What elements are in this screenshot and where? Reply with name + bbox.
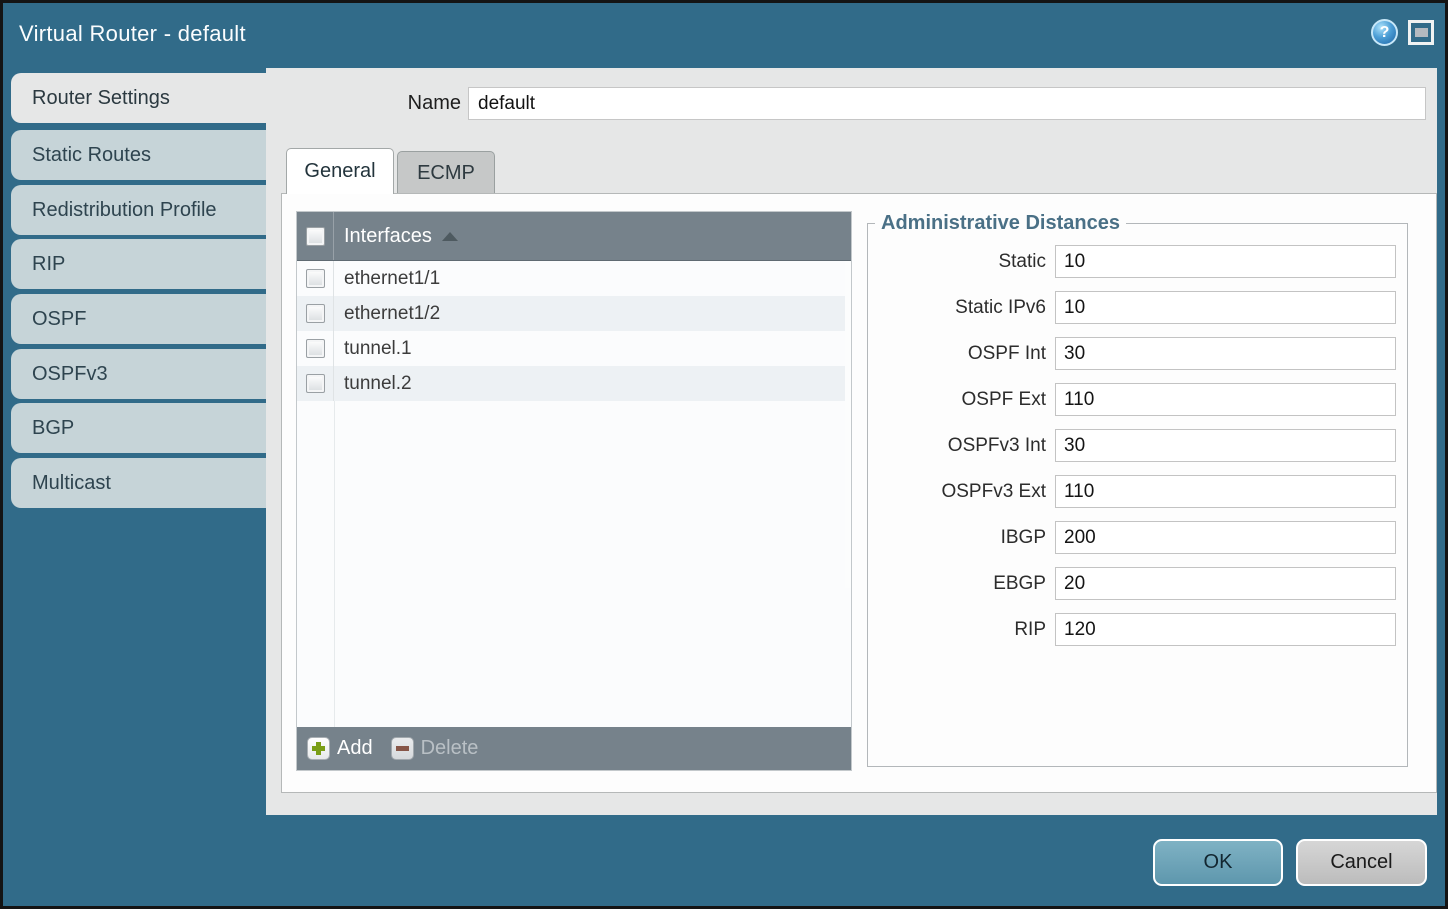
add-button[interactable]: Add [307,737,373,760]
admin-field-ebgp: EBGP [868,567,1407,600]
ebgp-label: EBGP [868,573,1046,595]
ok-button[interactable]: OK [1153,839,1283,886]
general-tab-panel: Interfaces ethernet1/1 ethernet1/2 tunne… [281,193,1437,793]
cancel-button[interactable]: Cancel [1296,839,1427,886]
interface-row[interactable]: ethernet1/2 [297,296,851,331]
row-checkbox-cell [297,331,334,366]
name-field[interactable] [468,87,1426,120]
static-label: Static [868,251,1046,273]
rip-input[interactable] [1055,613,1396,646]
dialog-title: Virtual Router - default [19,21,246,47]
interfaces-table-header: Interfaces [297,212,851,261]
sidebar-item-bgp[interactable]: BGP [11,403,266,453]
sidebar-item-router-settings[interactable]: Router Settings [11,73,270,123]
ospf-int-label: OSPF Int [868,343,1046,365]
ospf-ext-input[interactable] [1055,383,1396,416]
sidebar-item-label: OSPFv3 [32,363,108,386]
interface-row[interactable]: tunnel.2 [297,366,851,401]
admin-field-rip: RIP [868,613,1407,646]
admin-field-ospfv3-int: OSPFv3 Int [868,429,1407,462]
ospfv3-int-label: OSPFv3 Int [868,435,1046,457]
sidebar-item-ospfv3[interactable]: OSPFv3 [11,349,266,399]
interfaces-table: Interfaces ethernet1/1 ethernet1/2 tunne… [296,211,852,771]
interface-name: ethernet1/1 [344,268,440,290]
row-checkbox-cell [297,366,334,401]
row-checkbox[interactable] [306,304,325,323]
ibgp-input[interactable] [1055,521,1396,554]
interfaces-column-header[interactable]: Interfaces [344,225,432,248]
admin-field-ospfv3-ext: OSPFv3 Ext [868,475,1407,508]
select-all-checkbox[interactable] [306,227,325,246]
ospf-ext-label: OSPF Ext [868,389,1046,411]
row-checkbox-cell [297,261,334,296]
interface-name: tunnel.1 [344,338,412,360]
interface-row[interactable]: tunnel.1 [297,331,851,366]
static-ipv6-label: Static IPv6 [868,297,1046,319]
header-checkbox-cell [297,212,334,260]
rip-label: RIP [868,619,1046,641]
titlebar: Virtual Router - default ? [3,3,1445,68]
help-icon[interactable]: ? [1371,19,1398,46]
interfaces-toolbar: Add Delete [297,727,851,770]
admin-distances-fieldset: Administrative Distances Static Static I… [867,212,1408,767]
ospfv3-int-input[interactable] [1055,429,1396,462]
virtual-router-dialog: Virtual Router - default ? Router Settin… [0,0,1448,909]
interface-row[interactable]: ethernet1/1 [297,261,851,296]
sidebar-item-label: RIP [32,253,65,276]
add-button-label: Add [337,737,373,760]
window-restore-icon[interactable] [1408,20,1434,45]
delete-button[interactable]: Delete [391,737,479,760]
sidebar-item-rip[interactable]: RIP [11,239,266,289]
window-restore-icon-bar [1415,28,1428,37]
row-checkbox[interactable] [306,339,325,358]
sidebar-item-label: Static Routes [32,144,151,167]
ospf-int-input[interactable] [1055,337,1396,370]
ospfv3-ext-label: OSPFv3 Ext [868,481,1046,503]
ibgp-label: IBGP [868,527,1046,549]
admin-field-ibgp: IBGP [868,521,1407,554]
sidebar-item-label: Redistribution Profile [32,199,217,222]
ospfv3-ext-input[interactable] [1055,475,1396,508]
admin-field-static-ipv6: Static IPv6 [868,291,1407,324]
sidebar-item-label: Router Settings [32,87,170,110]
row-checkbox-cell [297,296,334,331]
cancel-button-label: Cancel [1330,851,1392,874]
sidebar-item-label: BGP [32,417,74,440]
admin-distances-legend: Administrative Distances [875,212,1126,235]
table-empty-area [297,401,851,727]
sidebar-item-ospf[interactable]: OSPF [11,294,266,344]
sidebar-item-label: Multicast [32,472,111,495]
sort-ascending-icon[interactable] [442,232,458,241]
admin-field-static: Static [868,245,1407,278]
row-checkbox[interactable] [306,269,325,288]
delete-button-label: Delete [421,737,479,760]
ebgp-input[interactable] [1055,567,1396,600]
ok-button-label: OK [1204,851,1233,874]
static-input[interactable] [1055,245,1396,278]
name-label: Name [353,92,461,115]
sidebar-item-multicast[interactable]: Multicast [11,458,266,508]
minus-icon [391,737,414,760]
sidebar-item-label: OSPF [32,308,86,331]
sidebar-item-static-routes[interactable]: Static Routes [11,130,266,180]
interface-name: ethernet1/2 [344,303,440,325]
tab-label: General [304,160,375,183]
plus-icon [307,737,330,760]
tab-ecmp[interactable]: ECMP [397,151,495,194]
admin-field-ospf-int: OSPF Int [868,337,1407,370]
static-ipv6-input[interactable] [1055,291,1396,324]
admin-field-ospf-ext: OSPF Ext [868,383,1407,416]
table-scrollbar-track[interactable] [845,261,851,588]
interface-name: tunnel.2 [344,373,412,395]
tab-label: ECMP [417,162,475,185]
sidebar-item-redistribution-profile[interactable]: Redistribution Profile [11,185,266,235]
row-checkbox[interactable] [306,374,325,393]
tab-general[interactable]: General [286,148,394,194]
